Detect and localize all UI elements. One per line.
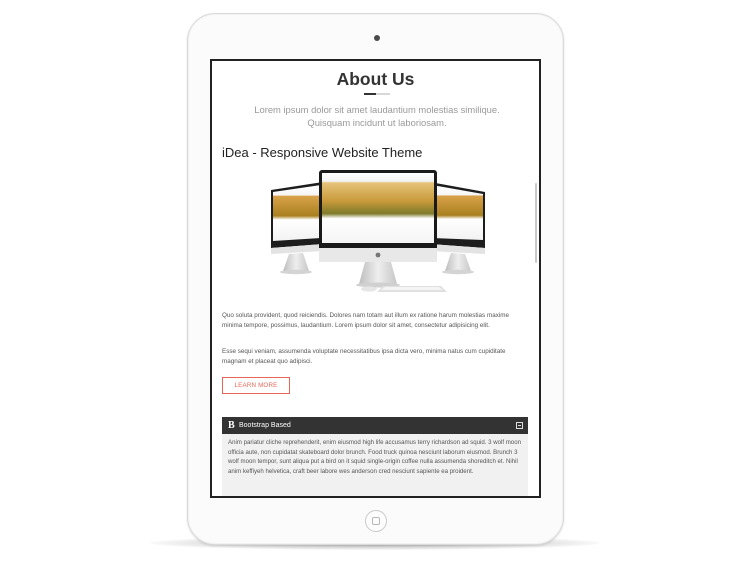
accordion-header[interactable]: B Bootstrap Based xyxy=(222,417,528,434)
home-button[interactable] xyxy=(365,510,387,532)
scrollbar[interactable] xyxy=(535,183,537,263)
accordion-body: Anim pariatur cliche reprehenderit, enim… xyxy=(222,434,528,496)
learn-more-button[interactable]: LEARN MORE xyxy=(222,377,290,394)
section-subtitle: Lorem ipsum dolor sit amet laudantium mo… xyxy=(254,104,500,128)
camera-icon xyxy=(374,35,380,41)
bootstrap-icon: B xyxy=(228,420,235,431)
devices-mockup-image xyxy=(271,170,485,292)
intro-paragraph: Quo soluta provident, quod reiciendis. D… xyxy=(222,312,509,329)
title-divider xyxy=(364,93,390,95)
tablet-screen: About Us Lorem ipsum dolor sit amet laud… xyxy=(210,59,541,498)
section-title: About Us xyxy=(336,69,415,89)
product-heading: iDea - Responsive Website Theme xyxy=(222,145,423,160)
home-square-icon xyxy=(372,517,380,525)
secondary-paragraph: Esse sequi veniam, assumenda voluptate n… xyxy=(222,348,506,365)
collapse-icon[interactable] xyxy=(516,422,523,429)
accordion-title: Bootstrap Based xyxy=(239,422,291,429)
